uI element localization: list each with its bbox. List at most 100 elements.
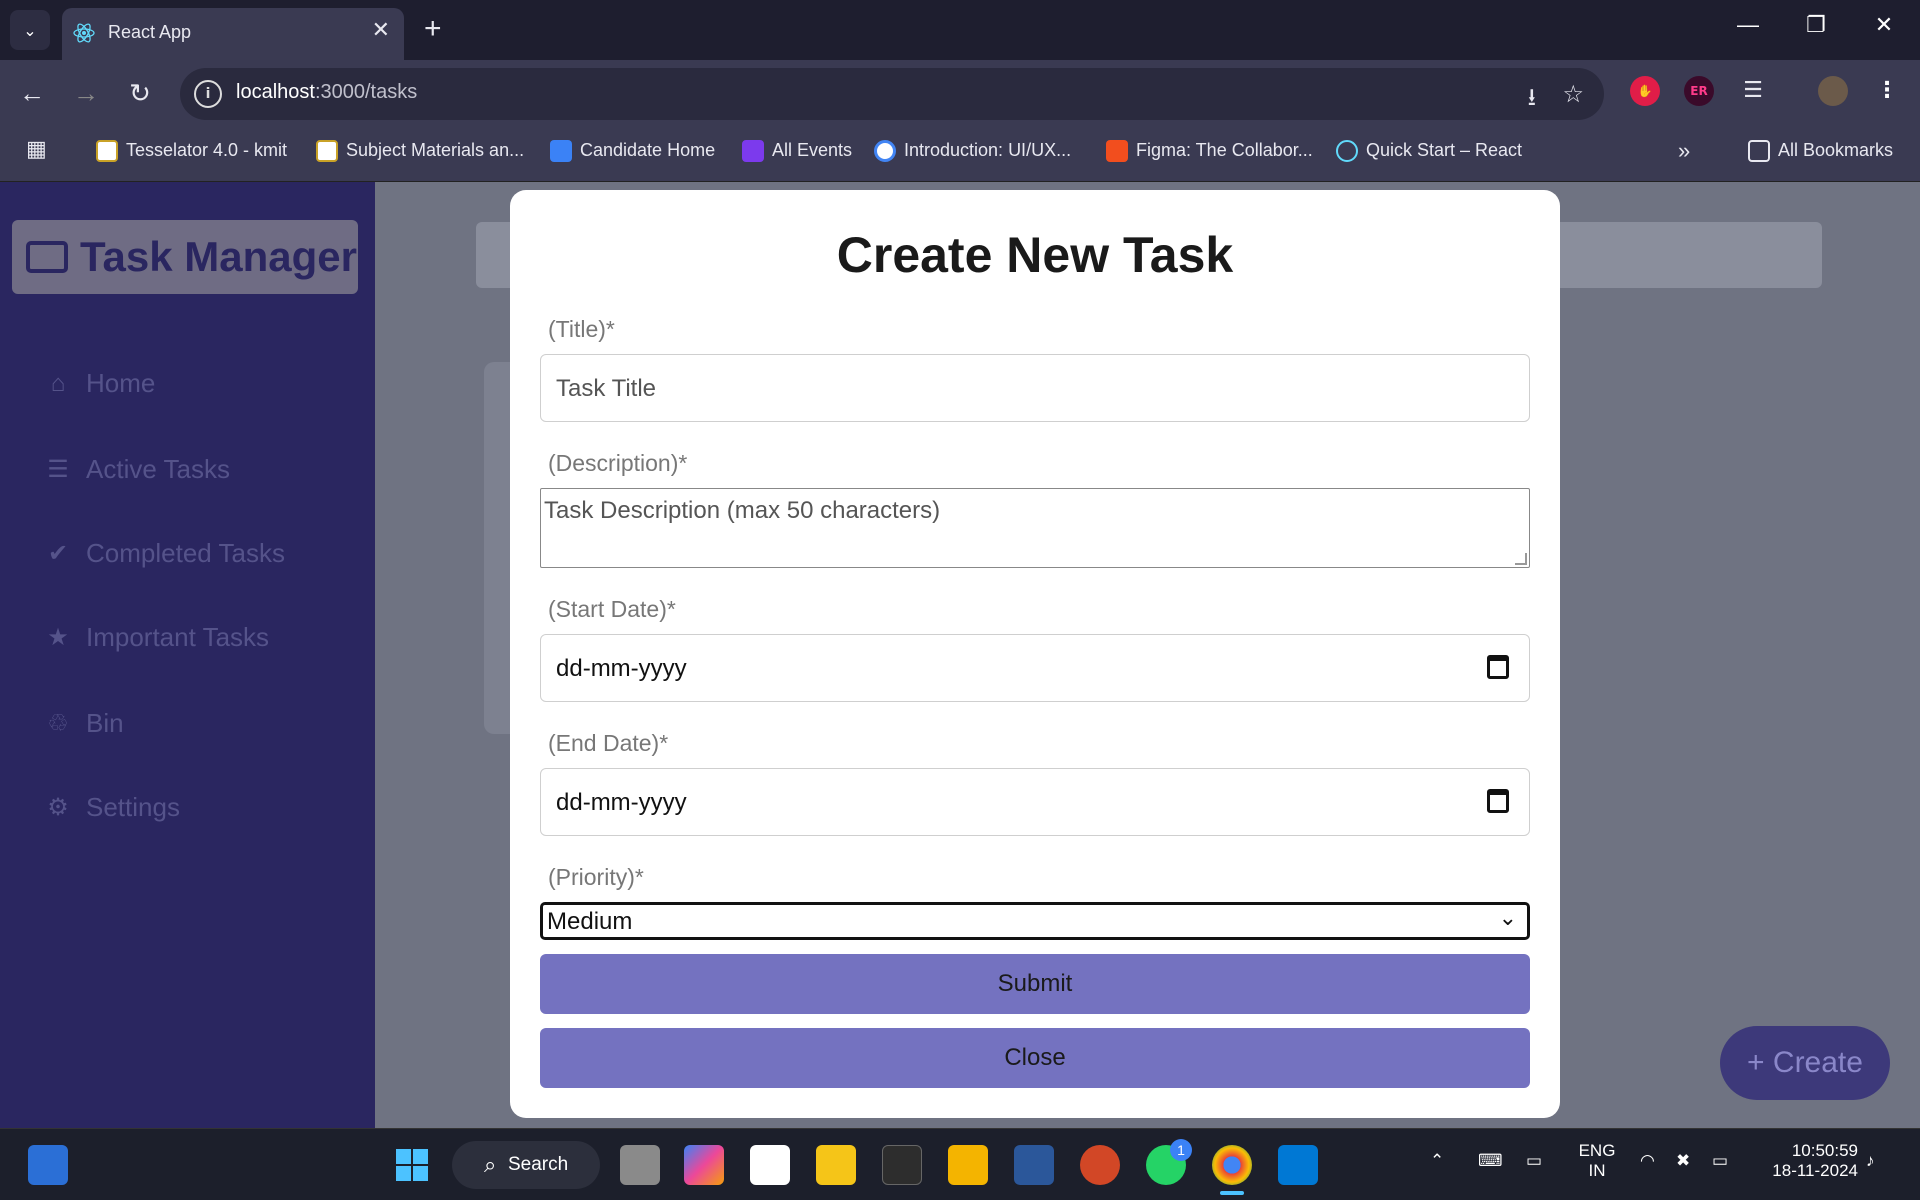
word-icon[interactable] bbox=[1014, 1145, 1054, 1185]
sticky-notes-icon[interactable] bbox=[816, 1145, 856, 1185]
taskbar-search[interactable]: ⌕ Search bbox=[452, 1141, 600, 1189]
address-bar[interactable]: i localhost:3000/tasks ⭳ ☆ bbox=[180, 68, 1604, 120]
display-icon[interactable]: ▭ bbox=[1526, 1151, 1542, 1171]
priority-select[interactable]: Medium ⌄ bbox=[540, 902, 1530, 940]
vscode-icon[interactable] bbox=[1278, 1145, 1318, 1185]
resize-handle-icon[interactable] bbox=[1515, 553, 1527, 565]
browser-tab[interactable]: React App ✕ bbox=[62, 8, 404, 60]
language-indicator[interactable]: ENG IN bbox=[1574, 1141, 1620, 1181]
task-description-textarea[interactable]: Task Description (max 50 characters) bbox=[540, 488, 1530, 568]
description-placeholder: Task Description (max 50 characters) bbox=[544, 497, 941, 524]
brand-title: Task Manager bbox=[80, 233, 357, 280]
file-explorer-icon[interactable] bbox=[948, 1145, 988, 1185]
modal-title: Create New Task bbox=[836, 227, 1234, 283]
close-tab-icon[interactable]: ✕ bbox=[372, 18, 390, 43]
create-task-modal: Create New Task (Title)* Task Title (Des… bbox=[510, 190, 1560, 1118]
sidebar-item-active-tasks[interactable]: ☰ Active Tasks bbox=[44, 454, 230, 485]
new-tab-icon[interactable]: + bbox=[424, 12, 442, 46]
close-button[interactable]: Close bbox=[540, 1028, 1530, 1088]
priority-label: (Priority)* bbox=[548, 864, 644, 890]
site-info-icon[interactable]: i bbox=[194, 80, 222, 108]
browser-toolbar: ← → ↻ i localhost:3000/tasks ⭳ ☆ ✋ ER ☰ … bbox=[0, 60, 1920, 126]
start-date-input[interactable]: dd-mm-yyyy bbox=[540, 634, 1530, 702]
notification-bell-icon[interactable]: ♪ bbox=[1866, 1151, 1875, 1171]
wifi-icon[interactable]: ◠ bbox=[1640, 1151, 1655, 1171]
calendar-icon[interactable] bbox=[1487, 655, 1509, 679]
profile-avatar[interactable] bbox=[1818, 76, 1848, 106]
extensions-puzzle-icon[interactable]: ☰ bbox=[1738, 76, 1768, 106]
description-label: (Description)* bbox=[548, 450, 688, 476]
tab-title: React App bbox=[108, 22, 192, 42]
terminal-icon[interactable] bbox=[882, 1145, 922, 1185]
volume-muted-icon[interactable]: ✖ bbox=[1676, 1151, 1690, 1171]
all-bookmarks-folder[interactable]: All Bookmarks bbox=[1748, 140, 1893, 163]
app-page: Task Manager ⌂ Home ☰ Active Tasks ✔ Comple… bbox=[0, 182, 1920, 1128]
sidebar-item-settings[interactable]: ⚙ Settings bbox=[44, 792, 180, 823]
trash-icon: ♲ bbox=[47, 710, 69, 737]
battery-icon[interactable]: ▭ bbox=[1712, 1151, 1728, 1171]
apps-grid-icon[interactable]: ▦ bbox=[26, 136, 47, 162]
tab-search-dropdown-icon[interactable]: ⌄ bbox=[10, 10, 50, 50]
sidebar-item-important-tasks[interactable]: ★ Important Tasks bbox=[44, 622, 269, 653]
bookmarks-bar: ▦ Tesselator 4.0 - kmit Subject Material… bbox=[0, 126, 1920, 182]
end-date-value: dd-mm-yyyy bbox=[556, 789, 687, 816]
back-icon[interactable]: ← bbox=[14, 75, 50, 111]
bookmark-item[interactable]: Tesselator 4.0 - kmit bbox=[96, 140, 287, 163]
star-icon: ★ bbox=[47, 624, 69, 651]
extension-er-icon[interactable]: ER bbox=[1684, 76, 1714, 106]
browser-tabstrip: ⌄ React App ✕ + — ❐ ✕ bbox=[0, 0, 1920, 60]
react-favicon-icon bbox=[73, 23, 95, 43]
bookmark-item[interactable]: Candidate Home bbox=[550, 140, 715, 163]
powerpoint-icon[interactable] bbox=[1080, 1145, 1120, 1185]
windows-taskbar: ⌕ Search 1 ⌃ ⌨ ▭ ENG IN ◠ ✖ ▭ 10:50:59 18-1… bbox=[0, 1128, 1920, 1200]
bookmark-item[interactable]: Subject Materials an... bbox=[316, 140, 524, 163]
bookmark-item[interactable]: Quick Start – React bbox=[1336, 140, 1522, 163]
calendar-icon[interactable] bbox=[1487, 789, 1509, 813]
bookmark-item[interactable]: All Events bbox=[742, 140, 852, 163]
more-bookmarks-icon[interactable]: » bbox=[1678, 138, 1690, 164]
menu-kebab-icon[interactable]: ⋮ bbox=[1872, 76, 1902, 106]
gear-icon: ⚙ bbox=[47, 794, 69, 821]
minimize-icon[interactable]: — bbox=[1730, 12, 1766, 38]
forward-icon[interactable]: → bbox=[68, 75, 104, 111]
task-list-icon bbox=[26, 241, 68, 273]
window-close-icon[interactable]: ✕ bbox=[1866, 12, 1902, 38]
copilot-icon[interactable] bbox=[684, 1145, 724, 1185]
install-app-icon[interactable]: ⭳ bbox=[1528, 80, 1536, 121]
chevron-down-icon: ⌄ bbox=[1498, 905, 1517, 930]
ink-app-icon[interactable] bbox=[750, 1145, 790, 1185]
search-icon: ⌕ bbox=[484, 1152, 497, 1177]
extension-adblock-icon[interactable]: ✋ bbox=[1630, 76, 1660, 106]
start-date-label: (Start Date)* bbox=[548, 596, 676, 622]
restore-icon[interactable]: ❐ bbox=[1798, 12, 1834, 38]
list-icon: ☰ bbox=[47, 456, 69, 483]
active-app-indicator bbox=[1220, 1191, 1244, 1195]
brand: Task Manager bbox=[12, 220, 358, 294]
whatsapp-badge: 1 bbox=[1170, 1139, 1192, 1161]
end-date-label: (End Date)* bbox=[548, 730, 669, 756]
create-task-button[interactable]: + Create bbox=[1720, 1026, 1890, 1100]
bookmark-item[interactable]: Introduction: UI/UX... bbox=[874, 140, 1071, 163]
bookmark-item[interactable]: Figma: The Collabor... bbox=[1106, 140, 1313, 163]
end-date-input[interactable]: dd-mm-yyyy bbox=[540, 768, 1530, 836]
sidebar-item-completed-tasks[interactable]: ✔ Completed Tasks bbox=[44, 538, 285, 569]
keyboard-icon[interactable]: ⌨ bbox=[1478, 1151, 1503, 1171]
task-title-input[interactable]: Task Title bbox=[540, 354, 1530, 422]
sidebar: Task Manager ⌂ Home ☰ Active Tasks ✔ Comple… bbox=[0, 182, 375, 1128]
show-hidden-icons-icon[interactable]: ⌃ bbox=[1430, 1151, 1444, 1171]
home-icon: ⌂ bbox=[50, 369, 66, 397]
check-circle-icon: ✔ bbox=[47, 540, 69, 567]
sidebar-item-bin[interactable]: ♲ Bin bbox=[44, 708, 123, 739]
reload-icon[interactable]: ↻ bbox=[122, 75, 158, 111]
title-label: (Title)* bbox=[548, 316, 615, 342]
task-view-icon[interactable] bbox=[620, 1145, 660, 1185]
widgets-icon[interactable] bbox=[28, 1145, 68, 1185]
start-date-value: dd-mm-yyyy bbox=[556, 655, 687, 682]
submit-button[interactable]: Submit bbox=[540, 954, 1530, 1014]
priority-value: Medium bbox=[547, 908, 633, 935]
clock[interactable]: 10:50:59 18-11-2024 bbox=[1758, 1141, 1858, 1181]
start-icon[interactable] bbox=[392, 1145, 432, 1185]
bookmark-star-icon[interactable]: ☆ bbox=[1562, 80, 1584, 108]
chrome-icon[interactable] bbox=[1212, 1145, 1252, 1185]
sidebar-item-home[interactable]: ⌂ Home bbox=[44, 368, 156, 399]
